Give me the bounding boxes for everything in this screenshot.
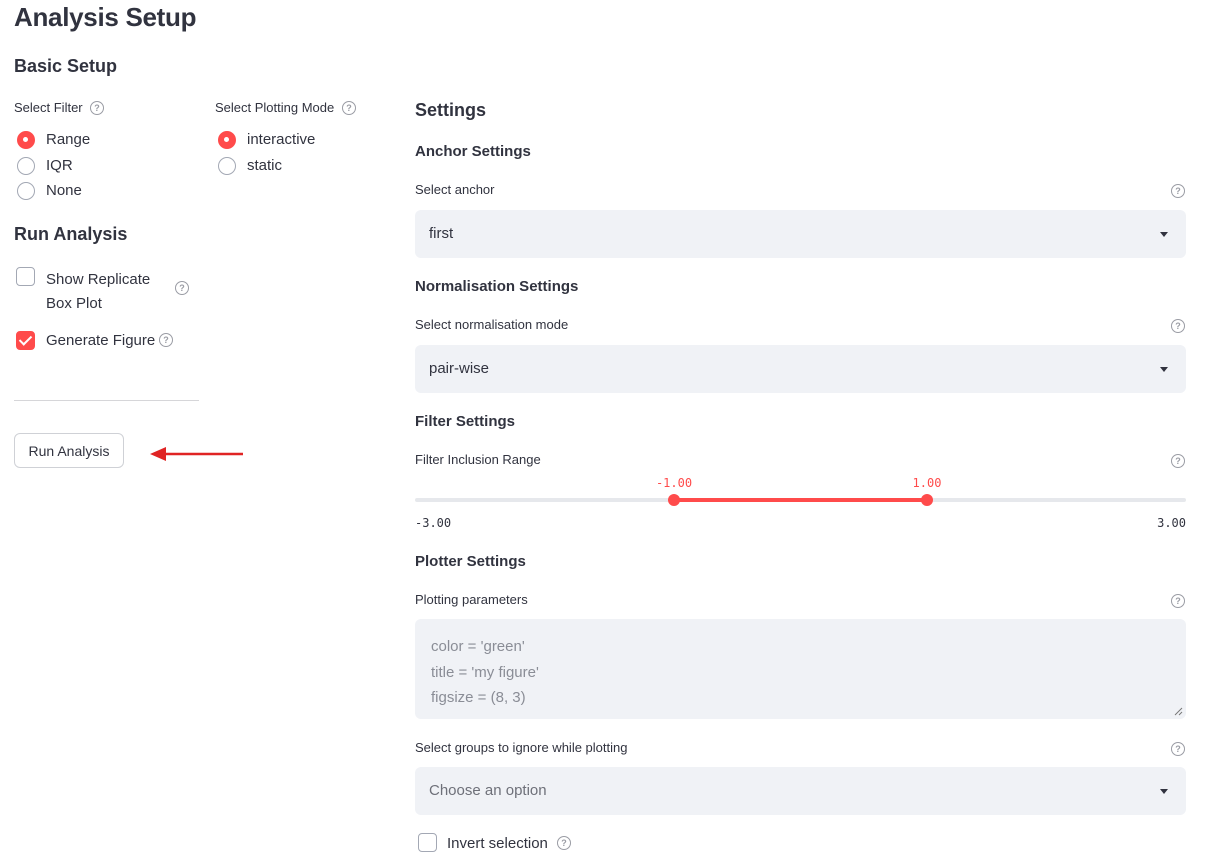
- plotting-parameters-textarea[interactable]: color = 'green' title = 'my figure' figs…: [415, 619, 1186, 719]
- filter-radio-iqr-label[interactable]: IQR: [46, 157, 73, 174]
- slider-low-handle[interactable]: [668, 494, 680, 506]
- settings-heading: Settings: [415, 100, 487, 120]
- invert-selection-checkbox[interactable]: [418, 833, 437, 852]
- show-replicate-box-plot-checkbox[interactable]: [16, 267, 35, 286]
- select-anchor-label: Select anchor: [415, 182, 495, 197]
- ignore-groups-multiselect[interactable]: Choose an option: [415, 767, 1186, 815]
- plotting-mode-label: Select Plotting Mode: [215, 100, 335, 115]
- normalisation-mode-label: Select normalisation mode: [415, 317, 569, 332]
- ignore-groups-label: Select groups to ignore while plotting: [415, 740, 628, 755]
- filter-radio-range[interactable]: [17, 131, 35, 149]
- select-filter-label: Select Filter: [14, 100, 83, 115]
- caret-down-icon: [1160, 367, 1168, 372]
- caret-down-icon: [1160, 232, 1168, 237]
- anchor-settings-heading: Anchor Settings: [415, 143, 531, 160]
- slider-low-value: -1.00: [655, 476, 693, 490]
- page-title: Analysis Setup: [14, 2, 197, 32]
- generate-figure-label[interactable]: Generate Figure: [46, 332, 155, 349]
- question-circle-icon[interactable]: ?: [557, 836, 571, 850]
- caret-down-icon: [1160, 789, 1168, 794]
- plotting-parameters-placeholder: color = 'green' title = 'my figure' figs…: [431, 638, 539, 706]
- plotting-parameters-label: Plotting parameters: [415, 592, 528, 607]
- divider: [14, 400, 199, 401]
- plotting-mode-static-label[interactable]: static: [247, 157, 282, 174]
- filter-radio-none[interactable]: [17, 182, 35, 200]
- slider-min-value: -3.00: [415, 516, 452, 530]
- slider-high-handle[interactable]: [921, 494, 933, 506]
- question-circle-icon[interactable]: ?: [1171, 594, 1185, 608]
- slider-high-value: 1.00: [912, 476, 942, 490]
- generate-figure-checkbox[interactable]: [16, 331, 35, 350]
- question-circle-icon[interactable]: ?: [175, 281, 189, 295]
- normalisation-select-value: pair-wise: [429, 360, 490, 377]
- question-circle-icon[interactable]: ?: [342, 101, 356, 115]
- resize-handle-icon[interactable]: [1174, 707, 1183, 716]
- ignore-groups-placeholder: Choose an option: [429, 782, 547, 799]
- plotting-mode-radio-static[interactable]: [218, 157, 236, 175]
- plotting-mode-radio-interactive[interactable]: [218, 131, 236, 149]
- question-circle-icon[interactable]: ?: [1171, 184, 1185, 198]
- invert-selection-label[interactable]: Invert selection: [447, 835, 548, 852]
- question-circle-icon[interactable]: ?: [90, 101, 104, 115]
- filter-inclusion-range-label: Filter Inclusion Range: [415, 452, 541, 467]
- filter-radio-iqr[interactable]: [17, 157, 35, 175]
- basic-setup-heading: Basic Setup: [14, 56, 118, 76]
- filter-radio-range-label[interactable]: Range: [46, 131, 90, 148]
- question-circle-icon[interactable]: ?: [1171, 319, 1185, 333]
- run-analysis-button[interactable]: Run Analysis: [14, 433, 124, 468]
- plotter-settings-heading: Plotter Settings: [415, 553, 526, 570]
- normalisation-mode-select[interactable]: pair-wise: [415, 345, 1186, 393]
- question-circle-icon[interactable]: ?: [1171, 742, 1185, 756]
- question-circle-icon[interactable]: ?: [159, 333, 173, 347]
- slider-selected-range: [674, 498, 927, 502]
- plotting-mode-interactive-label[interactable]: interactive: [247, 131, 315, 148]
- filter-range-slider[interactable]: -1.00 1.00: [415, 476, 1186, 516]
- filter-settings-heading: Filter Settings: [415, 413, 516, 430]
- arrow-left-icon: [150, 447, 243, 461]
- show-replicate-box-plot-label[interactable]: Show Replicate Box Plot: [46, 268, 150, 316]
- anchor-select[interactable]: first: [415, 210, 1186, 258]
- anchor-select-value: first: [429, 225, 454, 242]
- filter-radio-none-label[interactable]: None: [46, 182, 82, 199]
- question-circle-icon[interactable]: ?: [1171, 454, 1185, 468]
- normalisation-settings-heading: Normalisation Settings: [415, 278, 579, 295]
- run-analysis-heading: Run Analysis: [14, 224, 128, 244]
- slider-max-value: 3.00: [1157, 516, 1186, 530]
